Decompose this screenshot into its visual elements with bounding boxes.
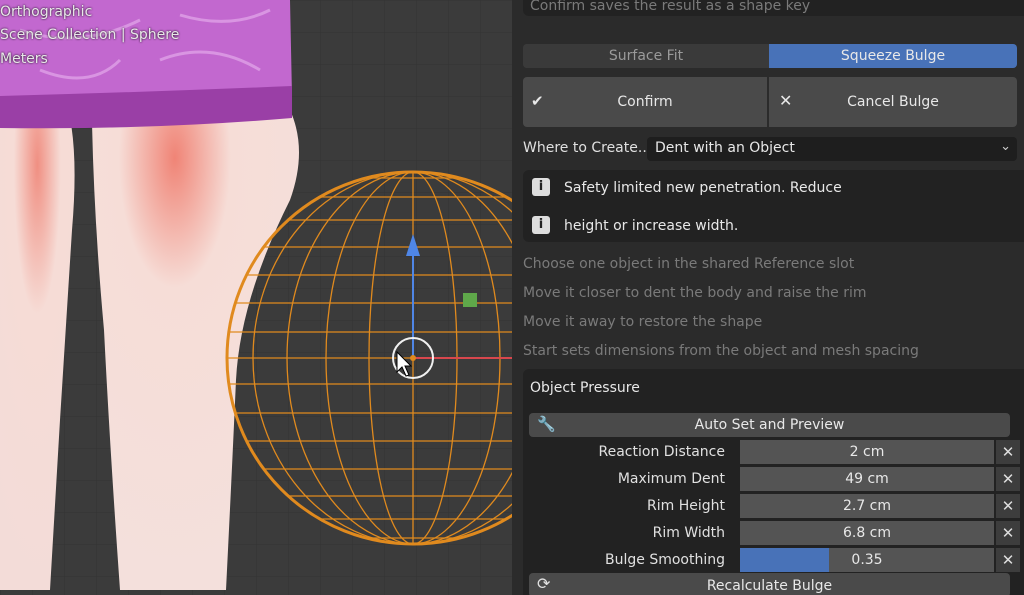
info-icon: i (532, 178, 550, 196)
object-pressure-section: Object Pressure 🔧 Auto Set and Preview R… (523, 369, 1024, 595)
help-line-1: Choose one object in the shared Referenc… (523, 256, 855, 272)
tab-squeeze-bulge[interactable]: Squeeze Bulge (769, 44, 1017, 68)
viewport-scene (0, 0, 512, 595)
clear-reaction-distance-button[interactable]: ✕ (996, 440, 1020, 464)
bulge-smoothing-slider[interactable]: 0.35 (740, 548, 994, 572)
maximum-dent-label: Maximum Dent (617, 471, 725, 487)
reaction-distance-label: Reaction Distance (598, 444, 725, 460)
where-to-create-value: Dent with an Object (655, 140, 795, 156)
auto-set-preview-button[interactable]: 🔧 Auto Set and Preview (529, 413, 1010, 437)
clear-bulge-smoothing-button[interactable]: ✕ (996, 548, 1020, 572)
collection-path: Scene Collection | Sphere (0, 27, 180, 43)
recalculate-bulge-button[interactable]: ⟳ Recalculate Bulge (529, 573, 1010, 595)
confirm-label: Confirm (617, 94, 673, 110)
help-line-3: Move it away to restore the shape (523, 314, 763, 330)
tab-surface-fit[interactable]: Surface Fit (523, 44, 769, 68)
plane-handle (463, 293, 477, 307)
warning-box: i Safety limited new penetration. Reduce… (523, 170, 1024, 242)
recalculate-label: Recalculate Bulge (706, 578, 833, 594)
where-to-create-dropdown[interactable]: Dent with an Object ⌄ (647, 137, 1017, 161)
where-to-create-label: Where to Create... (523, 140, 652, 156)
warning-line-2: height or increase width. (564, 218, 739, 234)
info-icon: i (532, 216, 550, 234)
warning-line-1: Safety limited new penetration. Reduce (564, 180, 842, 196)
clear-rim-height-button[interactable]: ✕ (996, 494, 1020, 518)
close-icon: ✕ (779, 91, 793, 110)
units-label: Meters (0, 51, 48, 67)
help-line-2: Move it closer to dent the body and rais… (523, 285, 867, 301)
3d-viewport[interactable]: Orthographic Scene Collection | Sphere M… (0, 0, 512, 595)
chevron-down-icon: ⌄ (1000, 139, 1011, 154)
auto-set-label: Auto Set and Preview (694, 417, 845, 433)
rim-height-label: Rim Height (647, 498, 725, 514)
clear-maximum-dent-button[interactable]: ✕ (996, 467, 1020, 491)
cancel-bulge-button[interactable]: ✕ Cancel Bulge (769, 77, 1017, 127)
top-hint-box: Confirm saves the result as a shape key (523, 0, 1024, 16)
confirm-button[interactable]: ✔ Confirm (523, 77, 767, 127)
reaction-distance-field[interactable]: 2 cm (740, 440, 994, 464)
rim-height-field[interactable]: 2.7 cm (740, 494, 994, 518)
help-line-4: Start sets dimensions from the object an… (523, 343, 919, 359)
view-mode-label: Orthographic (0, 4, 93, 20)
rim-width-field[interactable]: 6.8 cm (740, 521, 994, 545)
sidebar-panel: Confirm saves the result as a shape key … (512, 0, 1024, 595)
cancel-label: Cancel Bulge (847, 94, 939, 110)
rim-width-label: Rim Width (652, 525, 725, 541)
bulge-smoothing-label: Bulge Smoothing (605, 552, 725, 568)
bulge-smoothing-value: 0.35 (851, 552, 883, 568)
check-icon: ✔ (531, 92, 544, 110)
top-hint: Confirm saves the result as a shape key (530, 0, 811, 14)
clear-rim-width-button[interactable]: ✕ (996, 521, 1020, 545)
maximum-dent-field[interactable]: 49 cm (740, 467, 994, 491)
section-title: Object Pressure (530, 380, 640, 396)
